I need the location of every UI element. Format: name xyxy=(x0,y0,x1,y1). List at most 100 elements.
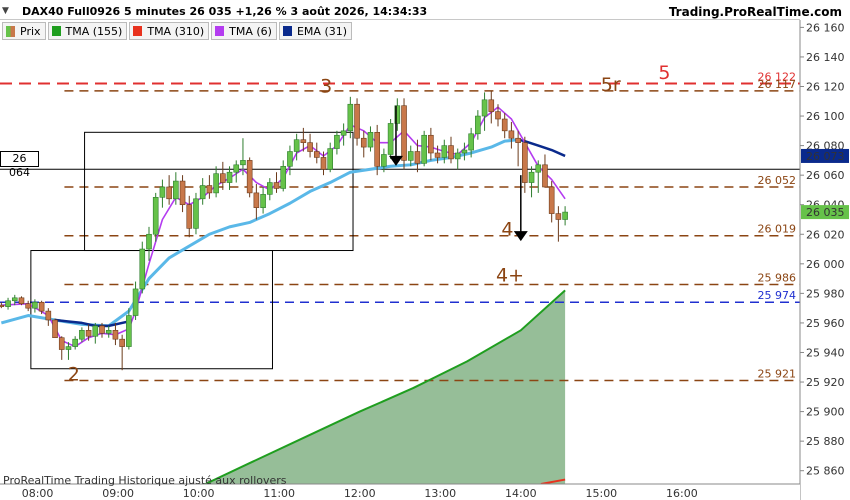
candle-body xyxy=(381,154,387,167)
candle-body xyxy=(246,160,253,194)
candle-body xyxy=(0,304,5,307)
x-tick-label: 15:00 xyxy=(585,487,617,500)
candle-body xyxy=(52,319,58,339)
candle-body xyxy=(360,137,367,148)
candle-body xyxy=(300,139,307,143)
candle-body xyxy=(266,182,273,195)
series-swatch xyxy=(215,26,225,36)
header-right: Trading.ProRealTime.com xyxy=(669,3,842,19)
level-label: 25 986 xyxy=(758,272,797,285)
candle-body xyxy=(313,151,320,158)
candle-body xyxy=(461,149,468,154)
candle-body xyxy=(112,330,119,340)
candle-body xyxy=(374,132,380,167)
candle-body xyxy=(206,185,213,194)
legend-item[interactable]: Prix xyxy=(2,22,46,40)
candle-body xyxy=(354,103,360,139)
candle-body xyxy=(226,171,233,183)
candle-body xyxy=(421,134,427,164)
candle-body xyxy=(548,186,555,214)
candle-body xyxy=(495,111,501,120)
y-tick-label: 26 160 xyxy=(806,21,845,34)
candle-body xyxy=(166,186,172,200)
candle-body xyxy=(542,164,548,188)
chevron-down-icon[interactable]: ▼ xyxy=(2,5,14,17)
candle-body xyxy=(475,115,481,135)
footer-text: ProRealTime Trading Historique ajusté au… xyxy=(3,474,287,487)
candle-body xyxy=(528,171,535,183)
series-swatch xyxy=(133,26,143,36)
y-tick-label: 25 860 xyxy=(806,465,845,478)
candle-body xyxy=(105,330,112,334)
candle-body xyxy=(468,133,474,151)
candle-body xyxy=(428,134,434,154)
wave-label: 5r xyxy=(601,74,621,96)
x-tick-label: 12:00 xyxy=(344,487,376,500)
candle-body xyxy=(132,288,139,316)
candle-body xyxy=(18,297,25,305)
candle-body xyxy=(32,301,38,309)
candle-body xyxy=(535,164,542,173)
legend-label: TMA (310) xyxy=(147,24,205,38)
candle-body xyxy=(307,142,313,152)
candle-body xyxy=(240,160,246,166)
price-chart: 26 12226 11726 05226 01925 98625 97425 9… xyxy=(0,20,850,500)
tma6-line xyxy=(1,106,566,348)
candle-body xyxy=(407,151,414,161)
y-tick-label: 25 940 xyxy=(806,346,845,359)
y-tick-label: 25 920 xyxy=(806,376,845,389)
x-tick-label: 14:00 xyxy=(505,487,537,500)
legend-item[interactable]: TMA (6) xyxy=(211,22,277,40)
price-badge-text: 26 035 xyxy=(806,206,845,219)
candle-body xyxy=(434,152,441,158)
level-label: 26 117 xyxy=(758,78,797,91)
candle-body xyxy=(92,325,99,337)
candle-body xyxy=(562,211,568,220)
wave-label: 5 xyxy=(658,62,670,84)
legend-item[interactable]: EMA (31) xyxy=(278,22,353,40)
candle-body xyxy=(522,142,528,183)
x-tick-label: 09:00 xyxy=(102,487,134,500)
series-swatch xyxy=(282,26,292,36)
candles xyxy=(0,90,568,371)
header-left: ▼ DAX40 Full0926 5 minutes 26 035 +1,26 … xyxy=(2,3,427,19)
legend-label: Prix xyxy=(20,24,41,38)
candle-body xyxy=(320,157,327,170)
candle-body xyxy=(85,330,92,337)
candle-body xyxy=(126,315,132,347)
candle-body xyxy=(448,145,454,160)
price-badge-text: 26 073 xyxy=(806,150,845,163)
candle-body xyxy=(454,152,461,160)
legend-label: TMA (6) xyxy=(229,24,272,38)
candle-body xyxy=(340,130,347,136)
candle-body xyxy=(25,303,31,309)
level-label: 25 974 xyxy=(758,289,797,302)
candle-body xyxy=(367,132,374,148)
candle-body xyxy=(179,180,186,206)
site-label: Trading.ProRealTime.com xyxy=(668,5,842,19)
y-tick-label: 26 000 xyxy=(806,258,845,271)
candle-body xyxy=(186,204,193,229)
y-tick-label: 25 900 xyxy=(806,406,845,419)
candle-body xyxy=(334,134,340,149)
legend-label: EMA (31) xyxy=(296,24,348,38)
candle-body xyxy=(199,185,206,200)
candle-body xyxy=(488,99,495,112)
y-tick-label: 26 100 xyxy=(806,110,845,123)
candle-body xyxy=(515,137,521,143)
candle-body xyxy=(481,99,488,117)
candle-body xyxy=(65,346,72,350)
wave-label: 4+ xyxy=(496,265,524,287)
candle-body xyxy=(5,300,11,307)
candle-body xyxy=(99,325,105,334)
candle-body xyxy=(253,192,260,208)
wave-label: 4 xyxy=(501,219,513,241)
candle-body xyxy=(58,337,65,350)
legend-item[interactable]: TMA (310) xyxy=(129,22,210,40)
candle-body xyxy=(508,130,515,139)
y-tick-label: 26 060 xyxy=(806,169,845,182)
candle-body xyxy=(38,301,45,312)
candle-body xyxy=(45,310,52,321)
candle-body xyxy=(441,145,448,158)
legend-item[interactable]: TMA (155) xyxy=(47,22,128,40)
